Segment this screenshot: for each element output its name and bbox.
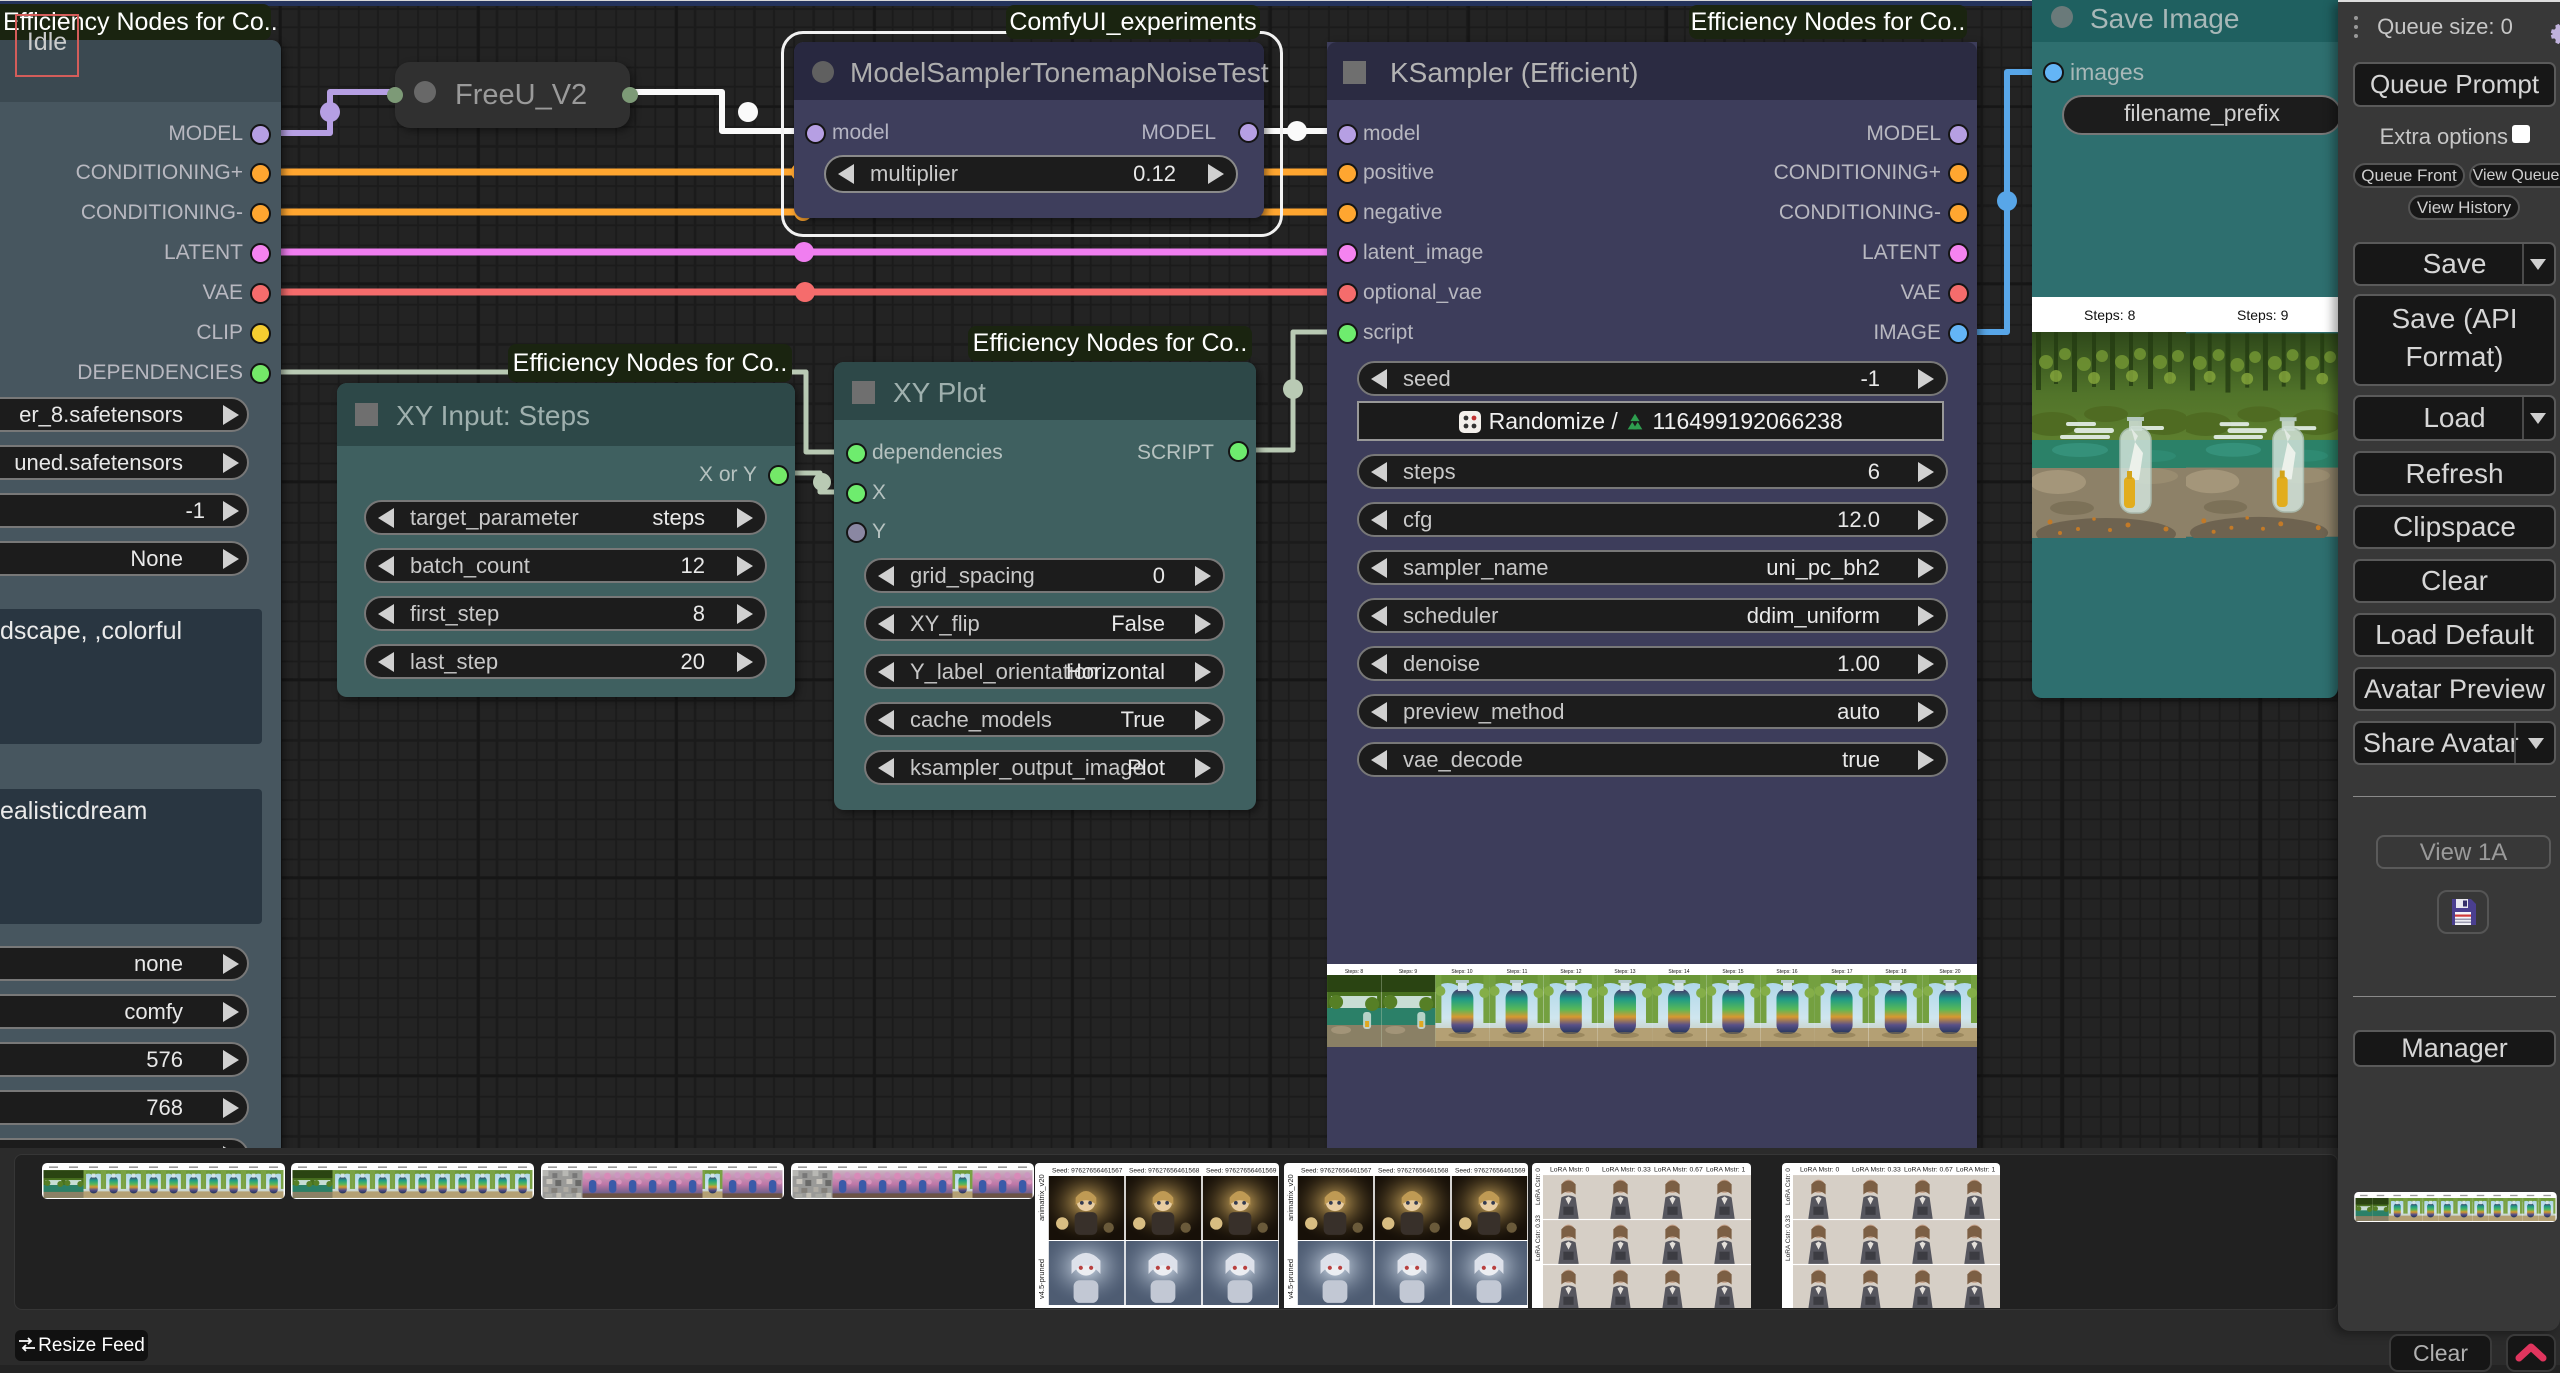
svg-text:Steps: 20: Steps: 20	[1939, 969, 1960, 975]
svg-text:Steps: 18: Steps: 18	[1885, 969, 1906, 975]
svg-text:Steps: 10: Steps: 10	[1451, 969, 1472, 975]
svg-text:Steps: 17: Steps: 17	[1831, 969, 1852, 975]
svg-text:Steps: 16: Steps: 16	[1776, 969, 1797, 975]
svg-text:Steps: 13: Steps: 13	[1614, 969, 1635, 975]
svg-text:Steps: 14: Steps: 14	[1668, 969, 1689, 975]
svg-text:Steps: 8: Steps: 8	[1345, 969, 1364, 975]
svg-text:Steps: 15: Steps: 15	[1722, 969, 1743, 975]
svg-text:Steps: 11: Steps: 11	[1507, 969, 1528, 975]
svg-text:Steps: 12: Steps: 12	[1560, 969, 1581, 975]
svg-text:Steps: 9: Steps: 9	[1399, 969, 1418, 975]
